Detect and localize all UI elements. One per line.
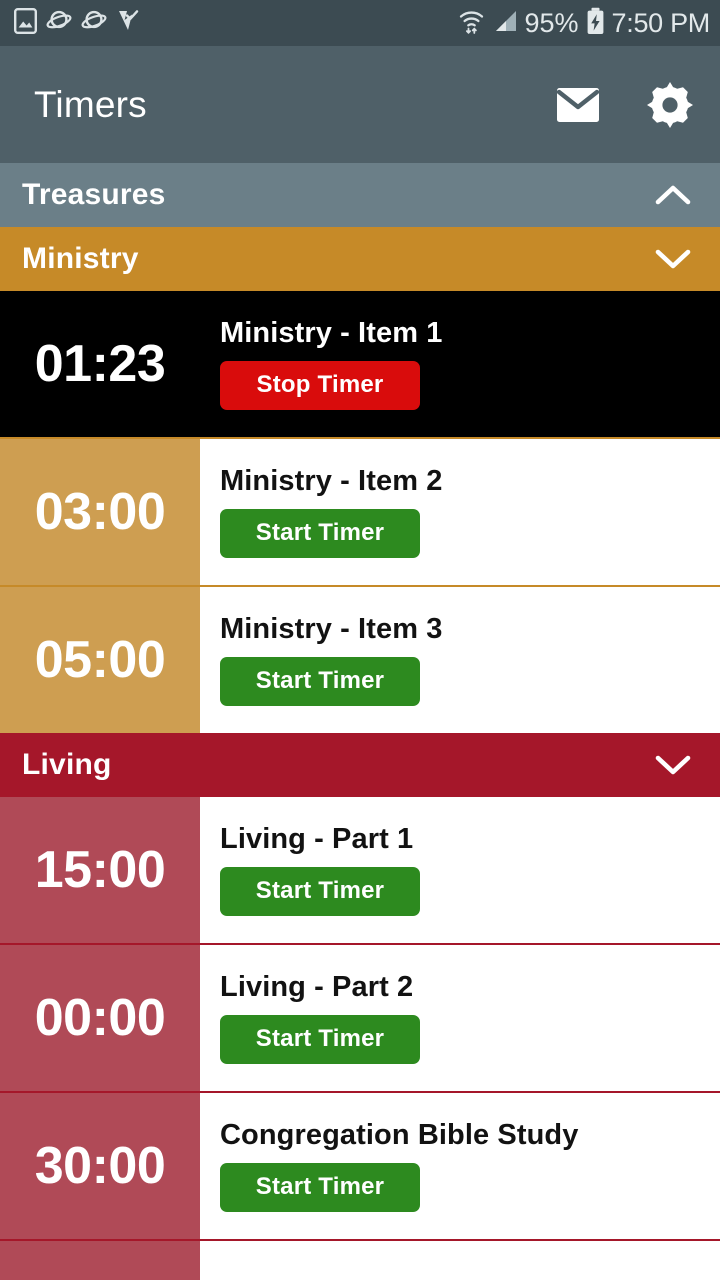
timer-item-label: Living - Part 1	[220, 822, 414, 855]
timer-item-label: Ministry - Item 1	[220, 316, 443, 349]
section-header-treasures[interactable]: Treasures	[0, 163, 720, 227]
timer-row[interactable]: 03:00 Ministry - Item 2 Start Timer	[0, 439, 720, 585]
app-bar: Timers	[0, 46, 720, 163]
start-timer-button[interactable]: Start Timer	[220, 508, 420, 558]
timer-time-cell: 00:00	[0, 945, 200, 1091]
chevron-down-icon[interactable]	[650, 236, 696, 282]
start-timer-button[interactable]: Start Timer	[220, 656, 420, 706]
timer-time-cell: 01:23	[0, 291, 200, 437]
page-title: Timers	[34, 83, 147, 125]
timer-time-display: 05:00	[34, 631, 166, 689]
timer-row[interactable]: 00:00 Living - Part 2 Start Timer	[0, 945, 720, 1091]
stop-timer-button[interactable]: Stop Timer	[220, 360, 420, 410]
timer-list[interactable]: Treasures Ministry 01:23 Ministry - Item 1 S…	[0, 163, 720, 1280]
battery-charging-icon	[586, 7, 605, 40]
timer-time-cell: 15:00	[0, 797, 200, 943]
section-title: Ministry	[22, 242, 139, 275]
timer-time-cell: 03:00	[0, 439, 200, 585]
start-timer-button[interactable]: Start Timer	[220, 1014, 420, 1064]
timer-row[interactable]: 05:00 Ministry - Item 3 Start Timer	[0, 587, 720, 733]
timer-time-display: 03:00	[34, 483, 166, 541]
gear-icon[interactable]	[646, 81, 694, 129]
timer-row[interactable]: 15:00 Living - Part 1 Start Timer	[0, 797, 720, 943]
timer-body: Living - Part 2 Start Timer	[200, 945, 720, 1091]
opera-icon	[46, 8, 72, 39]
timer-item-label: Ministry - Item 3	[220, 612, 443, 645]
status-bar: 95% 7:50 PM	[0, 0, 720, 46]
timer-time-display: 01:23	[34, 335, 166, 393]
timer-body: Ministry - Item 1 Stop Timer	[200, 291, 720, 437]
timer-row[interactable]: Concluding Comments	[0, 1241, 720, 1280]
timer-item-label: Living - Part 2	[220, 970, 414, 1003]
battery-percent-text: 95%	[524, 7, 579, 38]
screenshot-icon	[14, 7, 38, 39]
timer-body: Congregation Bible Study Start Timer	[200, 1093, 720, 1239]
section-title: Treasures	[22, 178, 166, 211]
timer-time-display: 15:00	[34, 841, 166, 899]
section-header-ministry[interactable]: Ministry	[0, 227, 720, 291]
mail-icon[interactable]	[554, 81, 602, 129]
status-bar-left-icons	[14, 7, 140, 39]
chevron-up-icon[interactable]	[650, 172, 696, 218]
timer-body: Ministry - Item 3 Start Timer	[200, 587, 720, 733]
timer-time-display: 30:00	[34, 1137, 166, 1195]
timer-row[interactable]: 01:23 Ministry - Item 1 Stop Timer	[0, 291, 720, 437]
timer-row[interactable]: 30:00 Congregation Bible Study Start Timer	[0, 1093, 720, 1239]
timer-body: Living - Part 1 Start Timer	[200, 797, 720, 943]
opera-icon	[81, 8, 107, 39]
timer-body: Concluding Comments	[200, 1241, 720, 1280]
app-screen: 95% 7:50 PM Timers Treasures Ministry 01…	[0, 0, 720, 1280]
chevron-down-icon[interactable]	[650, 742, 696, 788]
timer-item-label: Congregation Bible Study	[220, 1118, 579, 1151]
timer-time-cell	[0, 1241, 200, 1280]
timer-body: Ministry - Item 2 Start Timer	[200, 439, 720, 585]
section-header-living[interactable]: Living	[0, 733, 720, 797]
wifi-icon	[458, 7, 485, 40]
timer-time-cell: 30:00	[0, 1093, 200, 1239]
start-timer-button[interactable]: Start Timer	[220, 866, 420, 916]
signal-bars-icon	[492, 8, 518, 39]
app-bar-actions	[554, 81, 694, 129]
clock-text: 7:50 PM	[611, 7, 711, 38]
status-bar-right-indicators: 95% 7:50 PM	[458, 7, 711, 40]
timer-time-display: 00:00	[34, 989, 166, 1047]
section-title: Living	[22, 748, 112, 781]
timer-item-label: Ministry - Item 2	[220, 464, 443, 497]
timer-time-cell: 05:00	[0, 587, 200, 733]
start-timer-button[interactable]: Start Timer	[220, 1162, 420, 1212]
check-arrow-icon	[116, 8, 140, 39]
